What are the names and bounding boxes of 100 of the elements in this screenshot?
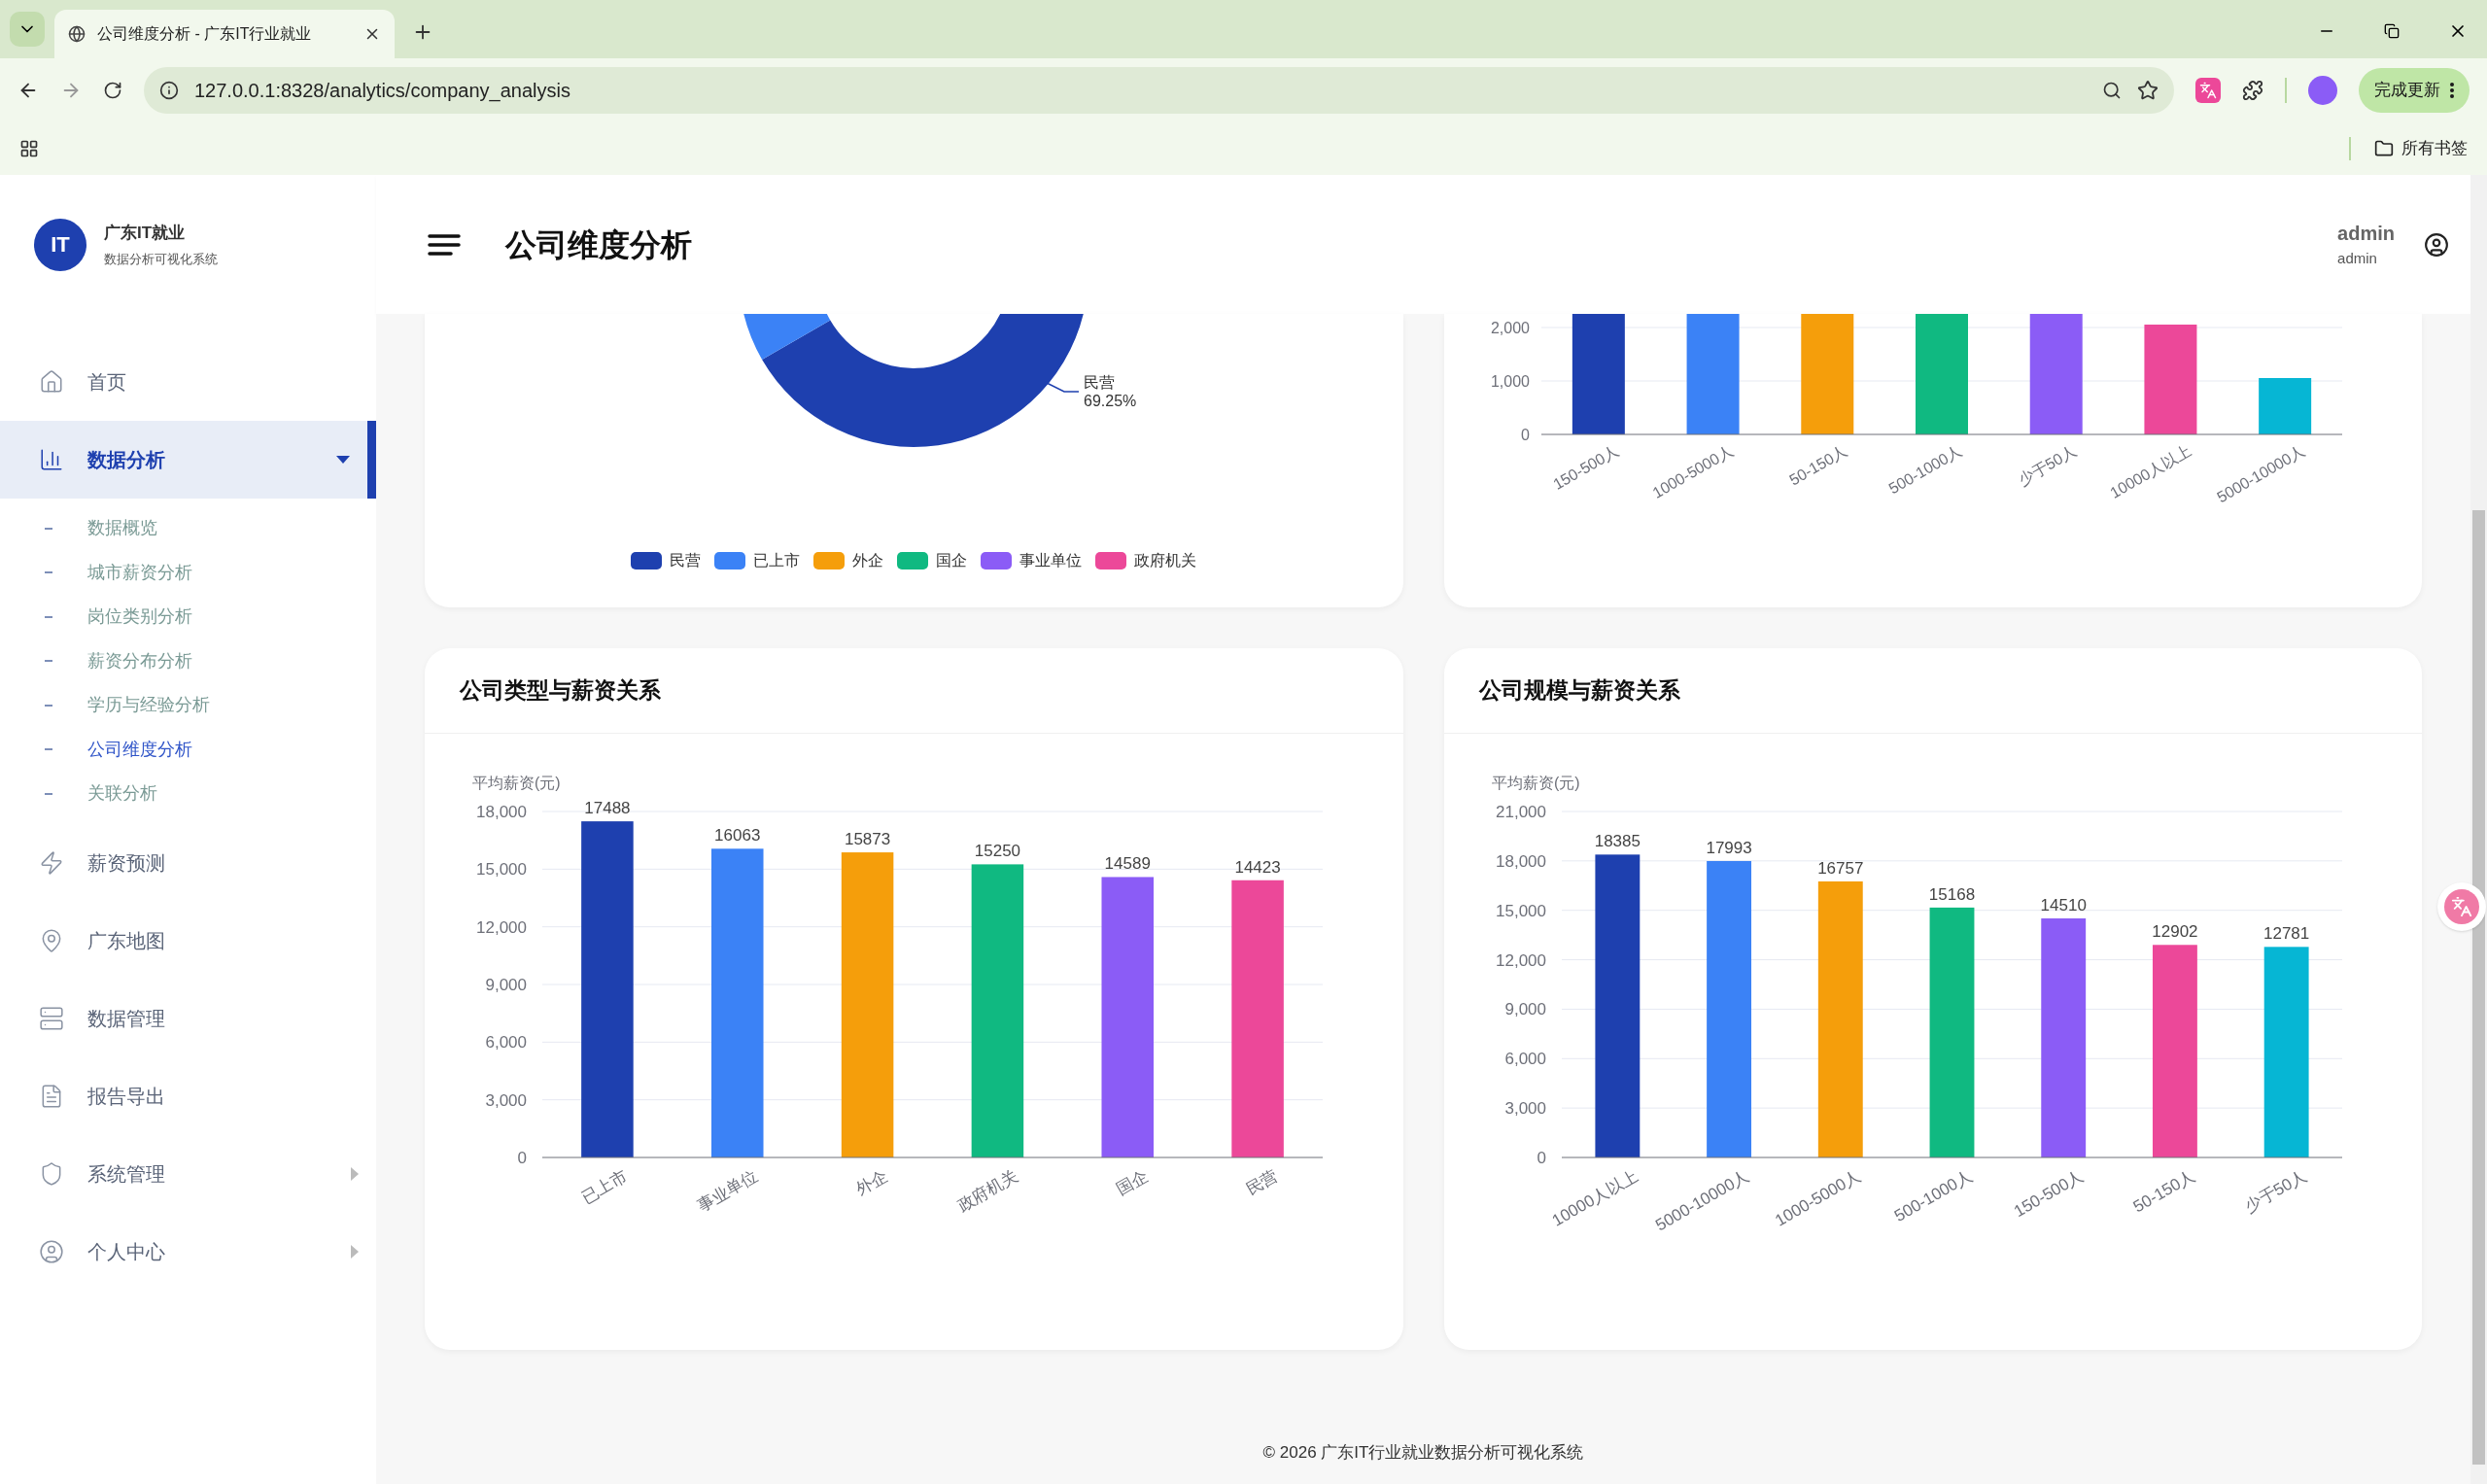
axis-tick-label: 3,000 [485,1090,527,1110]
axis-tick-label: 12,000 [476,917,527,937]
nav-item[interactable]: 系统管理 [0,1134,376,1213]
nav-item[interactable]: 数据分析 [0,421,376,499]
data-label: 12781 [2262,924,2309,944]
data-label: 18385 [1594,832,1641,851]
nav-item[interactable]: 薪资预测 [0,823,376,902]
data-label: 16063 [714,826,761,846]
reload-icon[interactable] [103,80,122,100]
category-label: 事业单位 [694,1166,761,1216]
nav-subitem[interactable]: 城市薪资分析 [0,550,376,595]
dash-icon [45,527,52,530]
tab-title: 公司维度分析 - 广东IT行业就业 [97,24,313,44]
data-label: 16757 [1816,858,1863,878]
data-label: 14589 [1104,854,1151,874]
restore-icon[interactable] [2384,23,2400,39]
slice-label: 民营 [1084,374,1115,391]
nav-subitem[interactable]: 数据概览 [0,506,376,551]
dash-icon [45,615,52,618]
brand-name: 广东IT就业 [104,223,187,244]
user-role: admin [2337,249,2377,269]
bar-chart-icon [39,447,64,472]
axis-tick-label: 15,000 [1495,901,1546,920]
dash-icon [45,704,52,707]
data-label: 15250 [974,842,1021,861]
nav-item[interactable]: 首页 [0,343,376,421]
bookmarks-folder[interactable]: 所有书签 [2374,135,2468,161]
category-label: 民营 [1243,1166,1282,1199]
axis-title: 平均薪资(元) [472,775,561,791]
translate-float-button[interactable] [2437,882,2486,931]
data-label: 14510 [2040,896,2087,915]
translate-extension-button[interactable] [2195,77,2221,103]
category-label: 少于50人 [2241,1166,2310,1217]
footer-text: © 2026 广东IT行业就业数据分析可视化系统 [1262,1441,1584,1464]
nav-subitem[interactable]: 关联分析 [0,772,376,816]
category-label: 国企 [1113,1166,1152,1199]
nav-subitem[interactable]: 薪资分布分析 [0,638,376,683]
apps-icon[interactable] [19,138,39,158]
dash-icon [45,792,52,795]
avatar-icon[interactable] [2308,75,2337,105]
axis-tick-label: 15,000 [476,860,527,880]
address-bar[interactable]: 127.0.0.1:8328/analytics/company_analysis [144,66,2174,114]
server-icon [39,1005,64,1031]
caret-down-icon [336,456,350,464]
translate-icon [2199,81,2217,99]
axis-title: 平均薪资(元) [1491,775,1580,791]
category-label: 少于50人 [2015,441,2079,489]
update-button[interactable]: 完成更新 [2359,67,2470,113]
axis-tick-label: 9,000 [1503,1000,1546,1019]
info-icon [159,80,179,100]
nav-subitem[interactable]: 学历与经验分析 [0,683,376,728]
page-title: 公司维度分析 [505,225,693,264]
search-icon[interactable] [2102,80,2122,100]
legend-label: 外企 [852,551,884,570]
axis-tick-label: 3,000 [1503,1099,1546,1119]
url-text: 127.0.0.1:8328/analytics/company_analysis [194,78,571,104]
data-label: 12902 [2151,922,2198,942]
data-label: 17488 [584,799,631,818]
nav-item[interactable]: 报告导出 [0,1056,376,1135]
nav-subitem[interactable]: 公司维度分析 [0,727,376,772]
user-name: admin [2337,222,2395,247]
nav-item[interactable]: 广东地图 [0,901,376,980]
nav-subitem[interactable]: 岗位类别分析 [0,595,376,639]
nav-item[interactable]: 数据管理 [0,979,376,1057]
dash-icon [45,748,52,751]
dash-icon [45,660,52,663]
legend-label: 国企 [936,551,968,570]
browser-tab[interactable]: 公司维度分析 - 广东IT行业就业 [54,10,395,58]
scrollbar-thumb[interactable] [2472,510,2485,1465]
translate-icon [2451,896,2472,917]
axis-tick-label: 6,000 [1503,1050,1546,1069]
globe-icon [68,25,86,43]
legend-label: 政府机关 [1134,551,1197,570]
axis-tick-label: 18,000 [1495,851,1546,871]
scrollbar[interactable] [2470,175,2487,1484]
brand-subtitle: 数据分析可视化系统 [104,250,218,268]
caret-right-icon [351,1166,359,1181]
data-label: 14423 [1234,857,1281,877]
user-icon[interactable] [2424,231,2449,258]
bookmarks-label: 所有书签 [2401,137,2468,159]
puzzle-icon[interactable] [2242,79,2263,101]
logo-badge: IT [34,218,86,271]
user-circle-icon [39,1238,64,1264]
data-label: 15168 [1928,884,1975,904]
star-icon[interactable] [2137,79,2159,101]
axis-tick-label: 0 [1537,1149,1546,1167]
axis-tick-label: 18,000 [476,803,527,821]
data-label: 17993 [1705,839,1752,857]
more-icon [2450,82,2454,98]
axis-tick-label: 0 [1520,427,1530,443]
legend-label: 事业单位 [1019,551,1083,570]
menu-icon[interactable] [428,232,461,257]
folder-icon [2374,138,2394,158]
legend-label: 民营 [670,551,702,570]
nav-item[interactable]: 个人中心 [0,1212,376,1291]
axis-tick-label: 1,000 [1490,373,1530,390]
card-title: 公司规模与薪资关系 [1478,676,1680,706]
category-label: 外企 [852,1166,891,1199]
legend-label: 已上市 [753,551,801,570]
axis-tick-label: 21,000 [1495,803,1546,821]
